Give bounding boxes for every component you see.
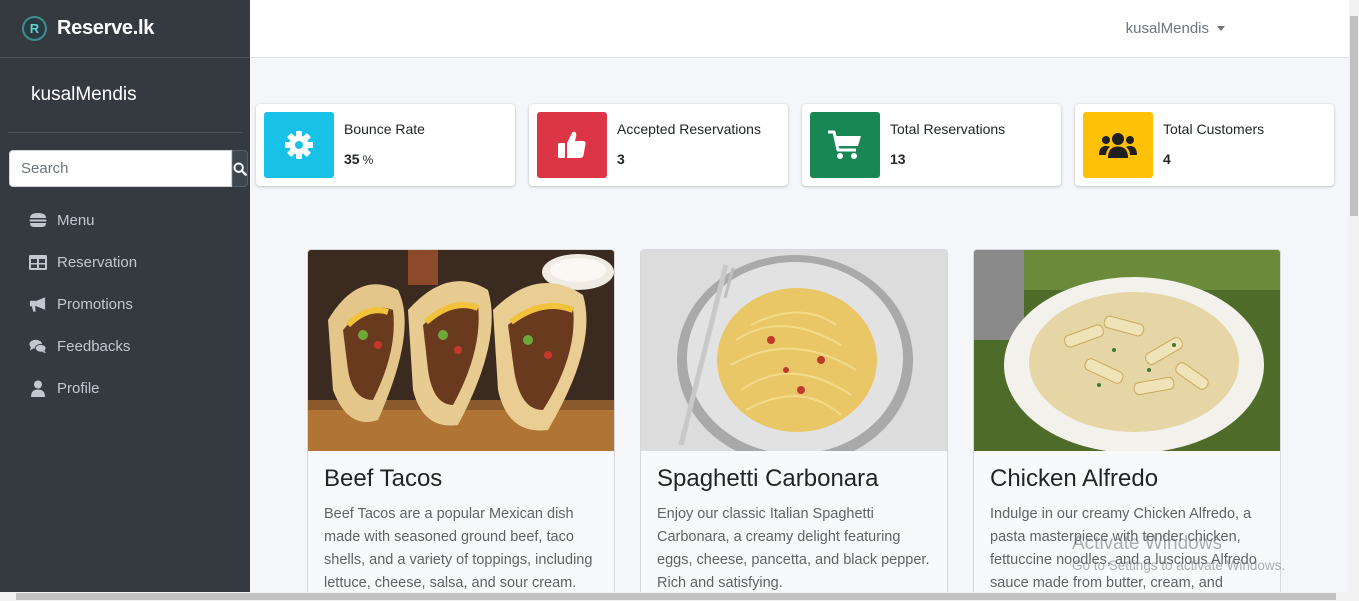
stat-icon-box: [537, 112, 607, 178]
stat-value: 3: [617, 151, 625, 167]
spaghetti-carbonara-image: [641, 250, 947, 451]
user-panel: kusalMendis: [8, 58, 242, 133]
brand-name: Reserve.lk: [57, 17, 155, 39]
stat-label: Total Reservations: [890, 121, 1006, 137]
cart-icon: [828, 130, 861, 159]
stat-icon-box: [1083, 112, 1153, 178]
card-body: Spaghetti Carbonara Enjoy our classic It…: [641, 451, 947, 601]
bullhorn-icon: [29, 295, 47, 313]
sidebar-item-profile[interactable]: Profile: [0, 367, 250, 409]
sidebar-item-label: Reservation: [57, 253, 138, 271]
stat-label: Bounce Rate: [344, 121, 425, 137]
card-description: Enjoy our classic Italian Spaghetti Carb…: [657, 506, 930, 591]
hamburger-icon: [29, 211, 47, 229]
stat-icon-box: [264, 112, 334, 178]
thumbs-up-icon: [558, 131, 586, 158]
stat-box-total-reservations: Total Reservations 13: [802, 104, 1061, 186]
gear-icon: [285, 131, 313, 159]
beef-tacos-image: [308, 250, 614, 451]
sidebar-item-menu[interactable]: Menu: [0, 199, 250, 241]
card-title: Chicken Alfredo: [990, 465, 1159, 492]
stat-unit: %: [362, 153, 374, 167]
stat-value-number: 35: [344, 151, 360, 167]
vertical-scrollbar[interactable]: [1349, 0, 1359, 601]
sidebar-nav: Menu Reservation Promotions Feedbacks Pr…: [0, 199, 250, 409]
windows-activation-watermark: Activate Windows Go to Settings to activ…: [1072, 533, 1285, 573]
sidebar-item-reservation[interactable]: Reservation: [0, 241, 250, 283]
menu-card-spaghetti-carbonara[interactable]: Spaghetti Carbonara Enjoy our classic It…: [640, 249, 948, 601]
caret-down-icon: [1217, 26, 1225, 31]
stat-value: 35%: [344, 151, 373, 167]
user-icon: [29, 379, 47, 397]
stat-label: Total Customers: [1163, 121, 1265, 137]
sidebar-user-name[interactable]: kusalMendis: [31, 84, 137, 106]
stat-icon-box: [810, 112, 880, 178]
user-dropdown-label: kusalMendis: [1125, 20, 1209, 37]
card-title: Spaghetti Carbonara: [657, 465, 879, 492]
card-title: Beef Tacos: [324, 465, 443, 492]
card-body: Beef Tacos Beef Tacos are a popular Mexi…: [308, 451, 614, 601]
sidebar: R Reserve.lk kusalMendis Menu Reservatio…: [0, 0, 250, 601]
table-icon: [29, 253, 47, 271]
horizontal-scrollbar[interactable]: [0, 592, 1359, 601]
user-dropdown[interactable]: kusalMendis: [1126, 20, 1225, 37]
menu-card-beef-tacos[interactable]: Beef Tacos Beef Tacos are a popular Mexi…: [307, 249, 615, 601]
sidebar-item-label: Profile: [57, 379, 100, 397]
search-input[interactable]: [9, 150, 232, 187]
stat-box-bounce-rate: Bounce Rate 35%: [256, 104, 515, 186]
sidebar-item-promotions[interactable]: Promotions: [0, 283, 250, 325]
stat-value: 13: [890, 151, 906, 167]
card-body: Chicken Alfredo Indulge in our creamy Ch…: [974, 451, 1280, 601]
chicken-alfredo-image: [974, 250, 1280, 451]
sidebar-item-feedbacks[interactable]: Feedbacks: [0, 325, 250, 367]
stat-box-total-customers: Total Customers 4: [1075, 104, 1334, 186]
watermark-subtitle: Go to Settings to activate Windows.: [1072, 558, 1286, 573]
horizontal-scroll-thumb[interactable]: [16, 593, 1336, 600]
brand-link[interactable]: R Reserve.lk: [0, 0, 250, 58]
stat-label: Accepted Reservations: [617, 121, 761, 137]
brand-logo-icon: R: [22, 16, 47, 41]
sidebar-item-label: Feedbacks: [57, 337, 131, 355]
search-button[interactable]: [232, 150, 248, 187]
sidebar-item-label: Promotions: [57, 295, 133, 313]
top-navbar: kusalMendis: [250, 0, 1349, 58]
watermark-title: Activate Windows: [1072, 533, 1222, 554]
card-description: Beef Tacos are a popular Mexican dish ma…: [324, 506, 593, 591]
search-icon: [233, 162, 247, 176]
comments-icon: [29, 337, 47, 355]
stat-box-accepted-reservations: Accepted Reservations 3: [529, 104, 788, 186]
stat-value: 4: [1163, 151, 1171, 167]
vertical-scroll-thumb[interactable]: [1350, 16, 1358, 216]
users-icon: [1099, 133, 1137, 158]
sidebar-item-label: Menu: [57, 211, 95, 229]
sidebar-search: [9, 150, 248, 187]
